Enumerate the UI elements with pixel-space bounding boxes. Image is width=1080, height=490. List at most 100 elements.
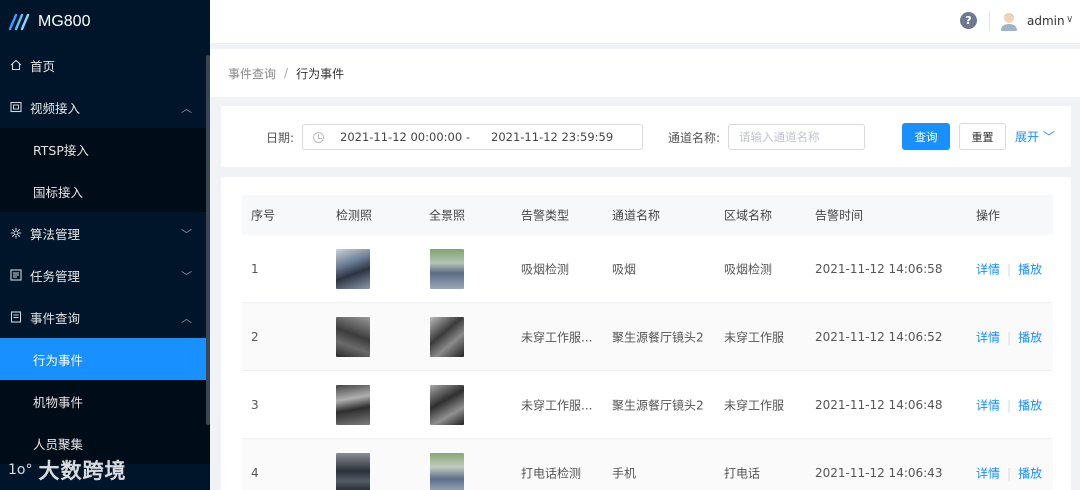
- column-header: 序号: [251, 208, 276, 223]
- clock-icon: [313, 131, 324, 143]
- table-row: 3 未穿工作服... 聚生源餐厅镜头2 未穿工作服 2021-11-12 14:…: [242, 371, 1053, 439]
- sidebar-item-label: 任务管理: [30, 268, 81, 284]
- row-actions: 详情 | 播放: [976, 464, 1042, 481]
- event-table-panel: 序号 检测照 全景照 告警类型 通道名称 区域名称 告警时间 操作 1 吸烟检测…: [221, 177, 1071, 490]
- area-name: 未穿工作服: [724, 330, 785, 344]
- column-header: 通道名称: [612, 208, 661, 223]
- panorama-photo[interactable]: [430, 316, 464, 357]
- panorama-photo[interactable]: [430, 248, 464, 289]
- alarm-type: 打电话检测: [521, 466, 582, 480]
- app-name: MG800: [38, 13, 91, 30]
- watermark-mark: 1o°: [8, 462, 33, 478]
- channel-name: 聚生源餐厅镜头2: [612, 398, 704, 412]
- area-name: 打电话: [724, 466, 761, 480]
- sidebar-item-event[interactable]: 事件查询 ︿: [0, 296, 210, 338]
- table-header-row: 序号 检测照 全景照 告警类型 通道名称 区域名称 告警时间 操作: [242, 195, 1053, 235]
- top-header: ? admin ∨: [210, 0, 1080, 44]
- alarm-time: 2021-11-12 14:06:48: [815, 397, 943, 412]
- row-number: 4: [251, 465, 259, 480]
- chevron-up-icon: ︿: [181, 312, 192, 325]
- submenu-event: 行为事件 机物事件 人员聚集: [0, 338, 210, 464]
- algorithm-icon: [10, 227, 22, 239]
- filter-panel: 日期: 2021-11-12 00:00:00 - 2021-11-12 23:…: [221, 106, 1071, 167]
- date-range-separator: -: [466, 130, 471, 144]
- chevron-up-icon: ︿: [181, 102, 192, 115]
- channel-name: 聚生源餐厅镜头2: [612, 330, 704, 344]
- breadcrumb-separator: /: [284, 66, 289, 80]
- date-range-picker[interactable]: 2021-11-12 00:00:00 - 2021-11-12 23:59:5…: [302, 124, 643, 150]
- help-icon[interactable]: ?: [960, 12, 977, 29]
- row-number: 2: [251, 329, 259, 344]
- sidebar-item-label: 视频接入: [30, 100, 81, 116]
- detection-photo[interactable]: [336, 316, 370, 357]
- channel-name: 吸烟: [612, 262, 637, 276]
- breadcrumb-current: 行为事件: [296, 66, 345, 81]
- detail-link[interactable]: 详情: [976, 398, 1000, 412]
- query-button[interactable]: 查询: [902, 123, 950, 150]
- submenu-video: RTSP接入 国标接入: [0, 128, 210, 212]
- detail-link[interactable]: 详情: [976, 262, 1000, 276]
- action-divider: |: [1007, 262, 1012, 276]
- table-row: 2 未穿工作服... 聚生源餐厅镜头2 未穿工作服 2021-11-12 14:…: [242, 303, 1053, 371]
- table-row: 1 吸烟检测 吸烟 吸烟检测 2021-11-12 14:06:58 详情 | 播放: [242, 235, 1053, 303]
- app-logo[interactable]: MG800: [0, 0, 210, 44]
- alarm-time: 2021-11-12 14:06:58: [815, 261, 943, 276]
- expand-toggle[interactable]: 展开 ﹀: [1015, 128, 1055, 145]
- action-divider: |: [1007, 466, 1012, 480]
- sidebar-item-gb[interactable]: 国标接入: [0, 170, 210, 212]
- alarm-time: 2021-11-12 14:06:43: [815, 465, 943, 480]
- detection-photo[interactable]: [336, 384, 370, 425]
- column-header: 操作: [976, 208, 1001, 223]
- avatar[interactable]: [1000, 11, 1018, 31]
- play-link[interactable]: 播放: [1018, 262, 1042, 276]
- logo-icon: [8, 13, 30, 31]
- video-icon: [10, 101, 22, 113]
- sidebar-item-behavior-event[interactable]: 行为事件: [0, 338, 208, 380]
- row-number: 3: [251, 397, 259, 412]
- breadcrumb-parent[interactable]: 事件查询: [228, 65, 276, 82]
- sidebar-item-object-event[interactable]: 机物事件: [0, 380, 210, 422]
- table-row: 4 打电话检测 手机 打电话 2021-11-12 14:06:43 详情 | 播放: [242, 439, 1053, 490]
- watermark-text: 大数跨境: [38, 459, 127, 483]
- header-divider: [989, 11, 990, 31]
- sidebar-item-algo[interactable]: 算法管理 ﹀: [0, 212, 210, 254]
- detection-photo[interactable]: [336, 248, 370, 289]
- sidebar-item-task[interactable]: 任务管理 ﹀: [0, 254, 210, 296]
- row-actions: 详情 | 播放: [976, 260, 1042, 277]
- date-end-value[interactable]: 2021-11-12 23:59:59: [491, 130, 613, 144]
- sidebar-item-label: 算法管理: [30, 226, 81, 242]
- task-icon: [10, 269, 22, 281]
- channel-name-input[interactable]: [728, 124, 865, 150]
- play-link[interactable]: 播放: [1018, 330, 1042, 344]
- alarm-type: 吸烟检测: [521, 262, 570, 276]
- play-link[interactable]: 播放: [1018, 466, 1042, 480]
- alarm-type: 未穿工作服...: [521, 398, 593, 412]
- detection-photo[interactable]: [336, 452, 370, 490]
- play-link[interactable]: 播放: [1018, 398, 1042, 412]
- detail-link[interactable]: 详情: [976, 330, 1000, 344]
- date-label: 日期:: [266, 131, 295, 145]
- user-name[interactable]: admin: [1027, 14, 1065, 28]
- expand-label: 展开: [1015, 130, 1040, 144]
- sidebar: MG800 首页 视频接入 ︿ RTSP接入 国标接入 算法管理 ﹀ 任务管理 …: [0, 0, 210, 490]
- panorama-photo[interactable]: [430, 384, 464, 425]
- column-header: 全景照: [429, 208, 466, 223]
- sidebar-item-video[interactable]: 视频接入 ︿: [0, 86, 210, 128]
- home-icon: [10, 59, 22, 71]
- sidebar-item-rtsp[interactable]: RTSP接入: [0, 128, 210, 170]
- sidebar-item-home[interactable]: 首页: [0, 44, 210, 86]
- detail-link[interactable]: 详情: [976, 466, 1000, 480]
- column-header: 告警类型: [521, 208, 570, 223]
- alarm-type: 未穿工作服...: [521, 330, 593, 344]
- reset-button[interactable]: 重置: [959, 123, 1006, 150]
- row-actions: 详情 | 播放: [976, 396, 1042, 413]
- panorama-photo[interactable]: [430, 452, 464, 490]
- chevron-down-icon[interactable]: ∨: [1066, 14, 1073, 25]
- date-start-value[interactable]: 2021-11-12 00:00:00: [340, 130, 462, 144]
- breadcrumb: 事件查询 / 行为事件: [210, 49, 1080, 97]
- column-header: 检测照: [336, 208, 373, 223]
- sidebar-scrollbar[interactable]: [206, 55, 210, 425]
- sidebar-item-label: 首页: [30, 58, 56, 74]
- area-name: 未穿工作服: [724, 398, 785, 412]
- event-icon: [10, 311, 22, 323]
